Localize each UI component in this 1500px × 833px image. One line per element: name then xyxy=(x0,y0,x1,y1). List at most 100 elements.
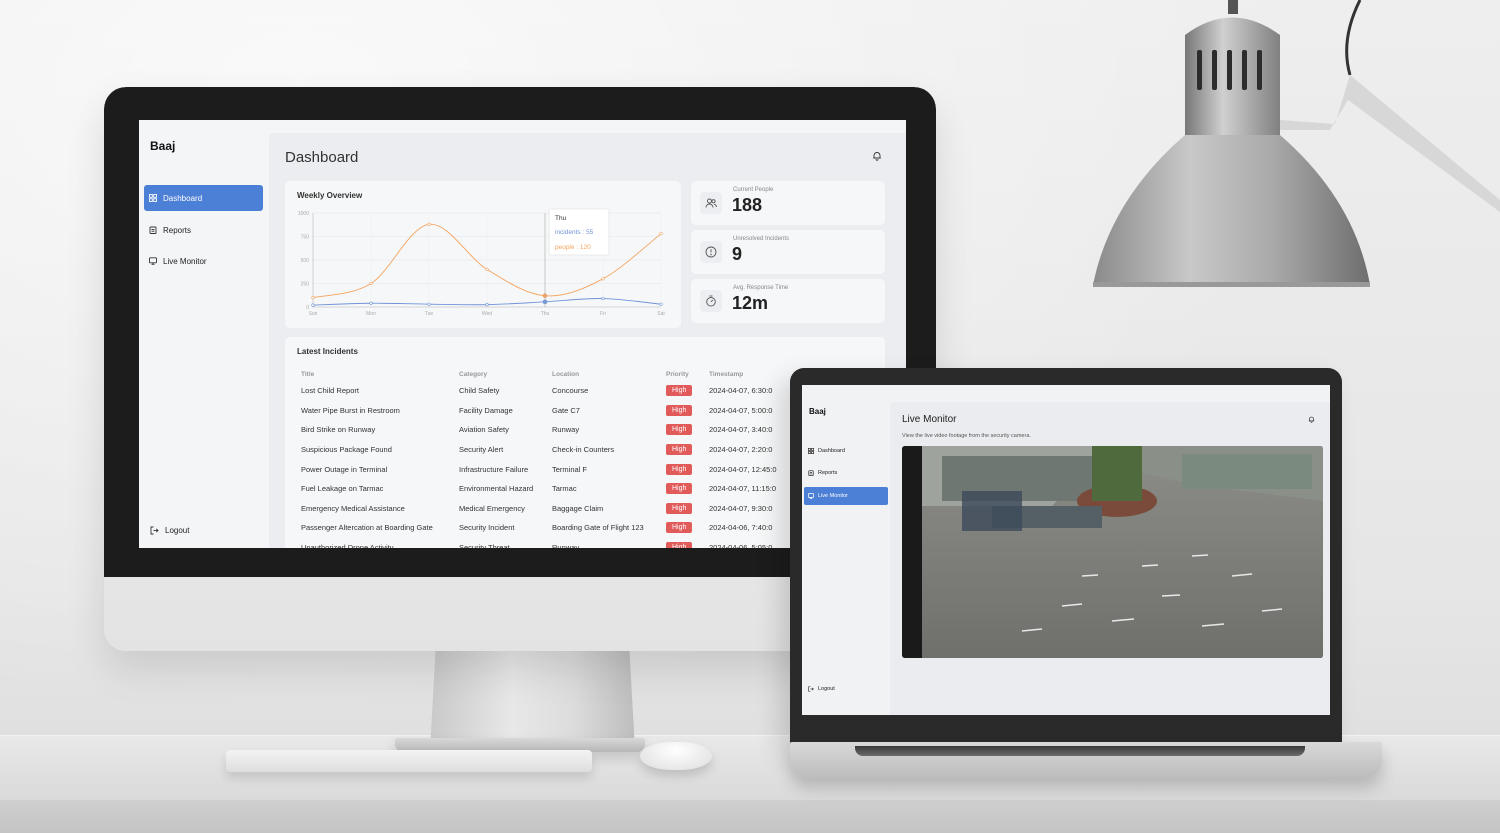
logout-icon xyxy=(808,686,814,692)
incident-title-cell: Suspicious Package Found xyxy=(297,440,459,460)
incident-category-cell: Facility Damage xyxy=(459,401,552,421)
incident-timestamp: 2024-04-07, 3:40:0 xyxy=(709,425,773,435)
laptop: Baaj Dashboard Reports Live Monitor Logo… xyxy=(790,368,1342,748)
sidebar-item-live-monitor[interactable]: Live Monitor xyxy=(144,248,263,274)
desk-edge xyxy=(0,800,1500,833)
sidebar-item-live-monitor[interactable]: Live Monitor xyxy=(804,487,888,505)
sidebar-item-label: Dashboard xyxy=(818,448,845,454)
stat-card-current-people: Current People 188 xyxy=(691,181,885,225)
sidebar-item-reports[interactable]: Reports xyxy=(144,217,263,243)
stat-value: 12m xyxy=(732,293,769,313)
incident-location: Tarmac xyxy=(552,484,577,494)
brand-logo: Baaj xyxy=(150,139,176,153)
incident-location-cell: Runway xyxy=(552,420,666,440)
incident-title: Emergency Medical Assistance xyxy=(301,503,405,513)
incident-category-cell: Security Incident xyxy=(459,518,552,538)
incident-timestamp: 2024-04-07, 9:30:0 xyxy=(709,503,773,513)
card-title: Latest Incidents xyxy=(297,347,358,356)
incident-location: Boarding Gate of Flight 123 xyxy=(552,523,644,533)
incident-timestamp: 2024-04-07, 6:30:0 xyxy=(709,386,773,396)
priority-badge: High xyxy=(666,444,693,456)
incident-title-cell: Power Outage in Terminal xyxy=(297,459,459,479)
incident-priority-cell: High xyxy=(666,479,709,499)
incident-priority-cell: High xyxy=(666,381,709,401)
incident-location-cell: Baggage Claim xyxy=(552,499,666,519)
data-point-people xyxy=(659,232,663,236)
priority-badge: High xyxy=(666,385,693,397)
x-tick-label: Sat xyxy=(657,311,665,317)
bell-icon[interactable] xyxy=(872,151,882,161)
sidebar-item-dashboard[interactable]: Dashboard xyxy=(804,442,888,460)
brand-logo: Baaj xyxy=(809,407,826,416)
incident-title: Bird Strike on Runway xyxy=(301,425,376,435)
keyboard xyxy=(226,750,592,772)
x-tick-label: Thu xyxy=(541,311,550,317)
incident-category-cell: Security Alert xyxy=(459,440,552,460)
priority-badge: High xyxy=(666,522,693,534)
stat-card-unresolved-incidents: Unresolved Incidents 9 xyxy=(691,230,885,274)
bell-icon[interactable] xyxy=(1308,416,1315,423)
stat-value: 9 xyxy=(732,244,743,264)
clipboard-icon xyxy=(149,226,157,234)
y-tick-label: 500 xyxy=(301,258,310,264)
column-header-title[interactable]: Title xyxy=(297,367,459,381)
incident-category-cell: Infrastructure Failure xyxy=(459,459,552,479)
y-tick-label: 250 xyxy=(301,282,310,288)
desk-lamp xyxy=(1093,0,1500,287)
sidebar-item-dashboard[interactable]: Dashboard xyxy=(144,185,263,211)
logout-button[interactable]: Logout xyxy=(808,686,835,692)
incident-category-cell: Aviation Safety xyxy=(459,420,552,440)
incident-title: Unauthorized Drone Activity xyxy=(301,543,394,548)
logout-label: Logout xyxy=(165,526,190,535)
incident-priority-cell: High xyxy=(666,420,709,440)
incident-location-cell: Gate C7 xyxy=(552,401,666,421)
mouse xyxy=(640,742,712,770)
x-tick-label: Wed xyxy=(482,311,492,317)
sidebar-item-label: Live Monitor xyxy=(818,493,848,499)
incident-title-cell: Emergency Medical Assistance xyxy=(297,499,459,519)
priority-badge: High xyxy=(666,424,693,436)
incident-timestamp: 2024-04-06, 7:40:0 xyxy=(709,523,773,533)
incident-timestamp: 2024-04-06, 5:05:0 xyxy=(709,543,773,548)
incident-priority-cell: High xyxy=(666,401,709,421)
stat-card-avg-response-time: Avg. Response Time 12m xyxy=(691,279,885,323)
incident-location: Concourse xyxy=(552,386,589,396)
incident-timestamp: 2024-04-07, 12:45:0 xyxy=(709,464,777,474)
incident-title-cell: Water Pipe Burst in Restroom xyxy=(297,401,459,421)
incident-priority-cell: High xyxy=(666,459,709,479)
live-video-feed[interactable] xyxy=(902,446,1323,658)
data-point-people xyxy=(311,295,315,300)
card-title: Weekly Overview xyxy=(297,191,363,200)
sidebar: Baaj Dashboard Reports Live Monitor Logo… xyxy=(802,385,898,715)
column-header-priority[interactable]: Priority xyxy=(666,367,709,381)
sidebar-item-label: Reports xyxy=(818,470,838,476)
incident-location-cell: Check-in Counters xyxy=(552,440,666,460)
column-header-category[interactable]: Category xyxy=(459,367,552,381)
incident-location: Check-in Counters xyxy=(552,445,615,455)
data-point-people xyxy=(601,277,605,281)
incident-priority-cell: High xyxy=(666,518,709,538)
sidebar-item-reports[interactable]: Reports xyxy=(804,464,888,482)
priority-badge: High xyxy=(666,404,693,416)
incident-title: Suspicious Package Found xyxy=(301,445,392,455)
incident-category: Infrastructure Failure xyxy=(459,464,529,474)
monitor-icon xyxy=(808,493,814,499)
weekly-overview-card: Weekly Overview 0 250 500 750 1000 Sun Mon Tue W… xyxy=(285,181,681,328)
y-tick-label: 1000 xyxy=(298,211,309,217)
column-header-location[interactable]: Location xyxy=(552,367,666,381)
sidebar-item-label: Dashboard xyxy=(163,193,203,203)
sidebar-item-label: Reports xyxy=(163,225,192,235)
incident-title-cell: Passenger Altercation at Boarding Gate xyxy=(297,518,459,538)
page-title: Dashboard xyxy=(285,149,359,166)
incident-location: Runway xyxy=(552,543,580,548)
incident-location-cell: Terminal F xyxy=(552,459,666,479)
incident-priority-cell: High xyxy=(666,538,709,548)
incident-category: Environmental Hazard xyxy=(459,484,534,494)
incident-location: Terminal F xyxy=(552,464,588,474)
sidebar: Baaj Dashboard Reports Live Monitor Logo… xyxy=(139,120,269,548)
priority-badge: High xyxy=(666,542,693,548)
incident-category: Aviation Safety xyxy=(459,425,509,435)
data-point-people xyxy=(369,281,373,286)
logout-button[interactable]: Logout xyxy=(150,526,189,535)
monitor-icon xyxy=(149,257,157,265)
